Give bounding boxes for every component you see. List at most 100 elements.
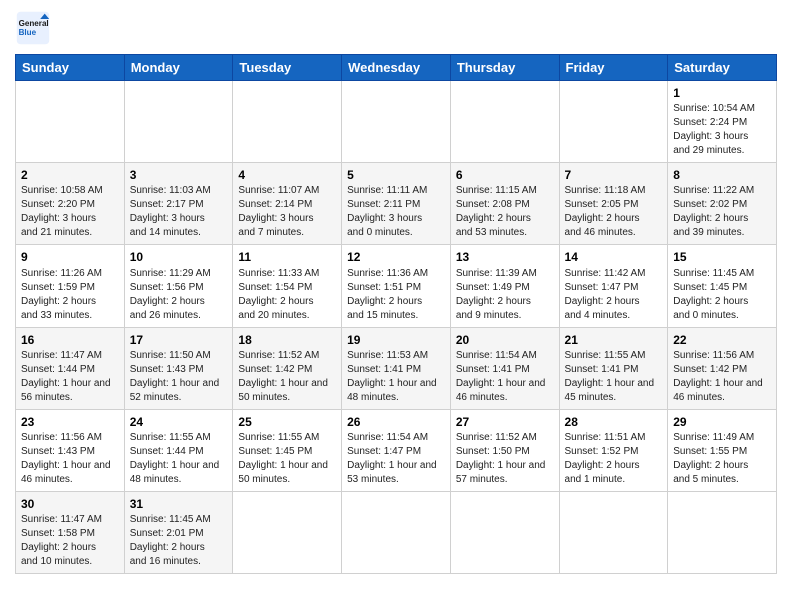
day-number: 5	[347, 167, 445, 183]
day-info: Sunrise: 11:47 AM Sunset: 1:58 PM Daylig…	[21, 513, 119, 569]
calendar-day-25: 25Sunrise: 11:55 AM Sunset: 1:45 PM Dayl…	[233, 409, 342, 491]
day-number: 1	[673, 85, 771, 101]
col-header-tuesday: Tuesday	[233, 55, 342, 81]
day-number: 23	[21, 414, 119, 430]
calendar-day-18: 18Sunrise: 11:52 AM Sunset: 1:42 PM Dayl…	[233, 327, 342, 409]
day-number: 6	[456, 167, 554, 183]
calendar-day-27: 27Sunrise: 11:52 AM Sunset: 1:50 PM Dayl…	[450, 409, 559, 491]
calendar-day-31: 31Sunrise: 11:45 AM Sunset: 2:01 PM Dayl…	[124, 491, 233, 573]
day-number: 26	[347, 414, 445, 430]
calendar-day-21: 21Sunrise: 11:55 AM Sunset: 1:41 PM Dayl…	[559, 327, 668, 409]
calendar-day-13: 13 Sunrise: 11:39 AM Sunset: 1:49 PM Dayl…	[450, 245, 559, 327]
day-info: Sunrise: 11:42 AM Sunset: 1:47 PM Daylig…	[565, 267, 663, 323]
day-info: Sunrise: 10:54 AM Sunset: 2:24 PM Daylig…	[673, 102, 771, 158]
page-header: General Blue	[15, 10, 777, 46]
day-number: 22	[673, 332, 771, 348]
day-info: Sunrise: 11:33 AM Sunset: 1:54 PM Daylig…	[238, 267, 336, 323]
calendar-day-5: 5Sunrise: 11:11 AM Sunset: 2:11 PM Dayli…	[342, 163, 451, 245]
calendar-week-2: 2Sunrise: 10:58 AM Sunset: 2:20 PM Dayli…	[16, 163, 777, 245]
day-info: Sunrise: 11:55 AM Sunset: 1:45 PM Daylig…	[238, 431, 336, 487]
day-info: Sunrise: 11:36 AM Sunset: 1:51 PM Daylig…	[347, 267, 445, 323]
empty-cell	[233, 491, 342, 573]
calendar-day-9: 9Sunrise: 11:26 AM Sunset: 1:59 PM Dayli…	[16, 245, 125, 327]
day-info: Sunrise: 11:51 AM Sunset: 1:52 PM Daylig…	[565, 431, 663, 487]
calendar-week-6: 30Sunrise: 11:47 AM Sunset: 1:58 PM Dayl…	[16, 491, 777, 573]
day-info: Sunrise: 11:39 AM Sunset: 1:49 PM Daylig…	[456, 267, 554, 323]
calendar-day-17: 17Sunrise: 11:50 AM Sunset: 1:43 PM Dayl…	[124, 327, 233, 409]
empty-cell	[342, 81, 451, 163]
day-number: 29	[673, 414, 771, 430]
calendar-week-3: 9Sunrise: 11:26 AM Sunset: 1:59 PM Dayli…	[16, 245, 777, 327]
day-info: Sunrise: 11:55 AM Sunset: 1:41 PM Daylig…	[565, 349, 663, 405]
col-header-saturday: Saturday	[668, 55, 777, 81]
empty-cell	[668, 491, 777, 573]
day-number: 20	[456, 332, 554, 348]
day-number: 2	[21, 167, 119, 183]
svg-text:General: General	[19, 19, 49, 28]
calendar-day-6: 6Sunrise: 11:15 AM Sunset: 2:08 PM Dayli…	[450, 163, 559, 245]
calendar-day-1: 1Sunrise: 10:54 AM Sunset: 2:24 PM Dayli…	[668, 81, 777, 163]
calendar-day-3: 3Sunrise: 11:03 AM Sunset: 2:17 PM Dayli…	[124, 163, 233, 245]
day-info: Sunrise: 11:15 AM Sunset: 2:08 PM Daylig…	[456, 184, 554, 240]
day-number: 19	[347, 332, 445, 348]
day-number: 24	[130, 414, 228, 430]
calendar-day-30: 30Sunrise: 11:47 AM Sunset: 1:58 PM Dayl…	[16, 491, 125, 573]
calendar-day-15: 15Sunrise: 11:45 AM Sunset: 1:45 PM Dayl…	[668, 245, 777, 327]
calendar-header-row: SundayMondayTuesdayWednesdayThursdayFrid…	[16, 55, 777, 81]
day-number: 30	[21, 496, 119, 512]
day-number: 14	[565, 249, 663, 265]
day-info: Sunrise: 11:56 AM Sunset: 1:43 PM Daylig…	[21, 431, 119, 487]
day-info: Sunrise: 11:26 AM Sunset: 1:59 PM Daylig…	[21, 267, 119, 323]
calendar-day-14: 14 Sunrise: 11:42 AM Sunset: 1:47 PM Dayl…	[559, 245, 668, 327]
day-info: Sunrise: 11:54 AM Sunset: 1:41 PM Daylig…	[456, 349, 554, 405]
day-info: Sunrise: 11:18 AM Sunset: 2:05 PM Daylig…	[565, 184, 663, 240]
day-number: 18	[238, 332, 336, 348]
logo: General Blue	[15, 10, 55, 46]
day-number: 12	[347, 249, 445, 265]
col-header-monday: Monday	[124, 55, 233, 81]
day-number: 4	[238, 167, 336, 183]
calendar-week-1: 1Sunrise: 10:54 AM Sunset: 2:24 PM Dayli…	[16, 81, 777, 163]
empty-cell	[450, 491, 559, 573]
day-info: Sunrise: 11:45 AM Sunset: 2:01 PM Daylig…	[130, 513, 228, 569]
calendar-day-4: 4Sunrise: 11:07 AM Sunset: 2:14 PM Dayli…	[233, 163, 342, 245]
day-info: Sunrise: 10:58 AM Sunset: 2:20 PM Daylig…	[21, 184, 119, 240]
col-header-friday: Friday	[559, 55, 668, 81]
day-number: 21	[565, 332, 663, 348]
page-container: General Blue SundayMondayTuesdayWednesda…	[0, 0, 792, 584]
calendar-day-12: 12 Sunrise: 11:36 AM Sunset: 1:51 PM Dayl…	[342, 245, 451, 327]
day-number: 27	[456, 414, 554, 430]
empty-cell	[559, 81, 668, 163]
day-number: 7	[565, 167, 663, 183]
day-number: 17	[130, 332, 228, 348]
day-number: 31	[130, 496, 228, 512]
calendar-week-4: 16Sunrise: 11:47 AM Sunset: 1:44 PM Dayl…	[16, 327, 777, 409]
day-info: Sunrise: 11:55 AM Sunset: 1:44 PM Daylig…	[130, 431, 228, 487]
day-info: Sunrise: 11:47 AM Sunset: 1:44 PM Daylig…	[21, 349, 119, 405]
day-info: Sunrise: 11:56 AM Sunset: 1:42 PM Daylig…	[673, 349, 771, 405]
calendar-day-26: 26Sunrise: 11:54 AM Sunset: 1:47 PM Dayl…	[342, 409, 451, 491]
day-info: Sunrise: 11:54 AM Sunset: 1:47 PM Daylig…	[347, 431, 445, 487]
day-info: Sunrise: 11:11 AM Sunset: 2:11 PM Daylig…	[347, 184, 445, 240]
empty-cell	[450, 81, 559, 163]
col-header-thursday: Thursday	[450, 55, 559, 81]
calendar-day-22: 22Sunrise: 11:56 AM Sunset: 1:42 PM Dayl…	[668, 327, 777, 409]
col-header-wednesday: Wednesday	[342, 55, 451, 81]
day-info: Sunrise: 11:52 AM Sunset: 1:50 PM Daylig…	[456, 431, 554, 487]
day-number: 11	[238, 249, 336, 265]
day-info: Sunrise: 11:03 AM Sunset: 2:17 PM Daylig…	[130, 184, 228, 240]
day-info: Sunrise: 11:07 AM Sunset: 2:14 PM Daylig…	[238, 184, 336, 240]
calendar-day-11: 11 Sunrise: 11:33 AM Sunset: 1:54 PM Dayl…	[233, 245, 342, 327]
day-info: Sunrise: 11:52 AM Sunset: 1:42 PM Daylig…	[238, 349, 336, 405]
calendar-day-28: 28Sunrise: 11:51 AM Sunset: 1:52 PM Dayl…	[559, 409, 668, 491]
calendar-day-2: 2Sunrise: 10:58 AM Sunset: 2:20 PM Dayli…	[16, 163, 125, 245]
day-number: 13	[456, 249, 554, 265]
day-info: Sunrise: 11:53 AM Sunset: 1:41 PM Daylig…	[347, 349, 445, 405]
day-info: Sunrise: 11:29 AM Sunset: 1:56 PM Daylig…	[130, 267, 228, 323]
svg-text:Blue: Blue	[19, 28, 37, 37]
day-number: 8	[673, 167, 771, 183]
empty-cell	[233, 81, 342, 163]
calendar-day-8: 8Sunrise: 11:22 AM Sunset: 2:02 PM Dayli…	[668, 163, 777, 245]
calendar-table: SundayMondayTuesdayWednesdayThursdayFrid…	[15, 54, 777, 574]
calendar-day-19: 19Sunrise: 11:53 AM Sunset: 1:41 PM Dayl…	[342, 327, 451, 409]
